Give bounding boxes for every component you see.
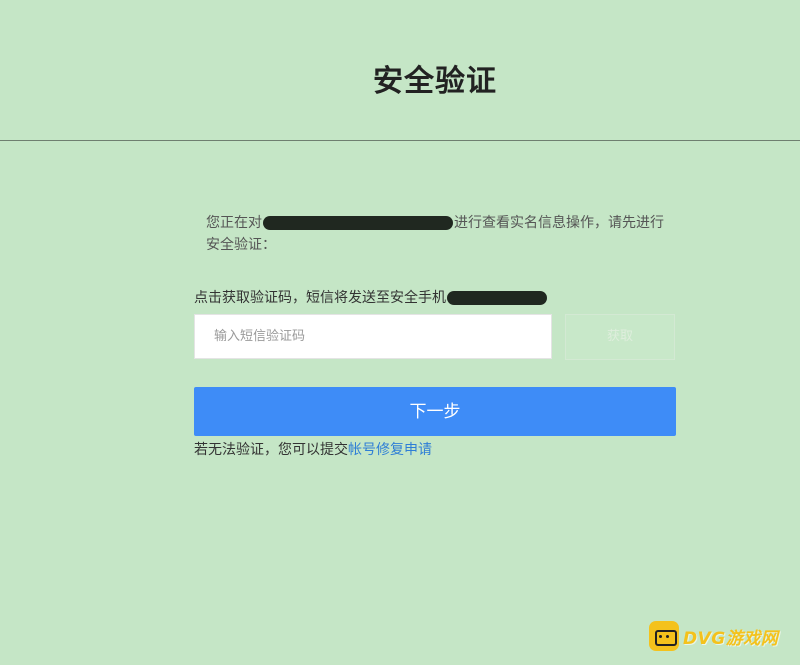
redacted-account-mark <box>263 216 453 230</box>
account-repair-link[interactable]: 帐号修复申请 <box>348 442 432 458</box>
repair-hint-text: 若无法验证，您可以提交 <box>194 442 348 458</box>
watermark: DVG游戏网 <box>649 621 778 651</box>
security-verification-page: 安全验证 您正在对 进行查看实名信息操作，请先进行安全验证： 点击获取验证码，短信… <box>0 0 800 665</box>
gamepad-icon <box>649 621 679 651</box>
notice-prefix: 您正在对 <box>206 215 262 231</box>
repair-hint: 若无法验证，您可以提交帐号修复申请 <box>194 439 432 459</box>
page-title: 安全验证 <box>373 64 497 99</box>
sms-tip-text: 点击获取验证码，短信将发送至安全手机 <box>194 290 446 306</box>
get-code-button[interactable]: 获取 <box>565 314 675 360</box>
verification-notice: 您正在对 进行查看实名信息操作，请先进行安全验证： <box>206 212 666 256</box>
next-step-button[interactable]: 下一步 <box>194 387 676 436</box>
watermark-text: DVG游戏网 <box>683 628 779 649</box>
sms-code-input[interactable] <box>194 314 552 359</box>
sms-tip: 点击获取验证码，短信将发送至安全手机 <box>194 287 547 307</box>
redacted-phone-mark <box>447 291 547 305</box>
header: 安全验证 <box>0 0 800 141</box>
